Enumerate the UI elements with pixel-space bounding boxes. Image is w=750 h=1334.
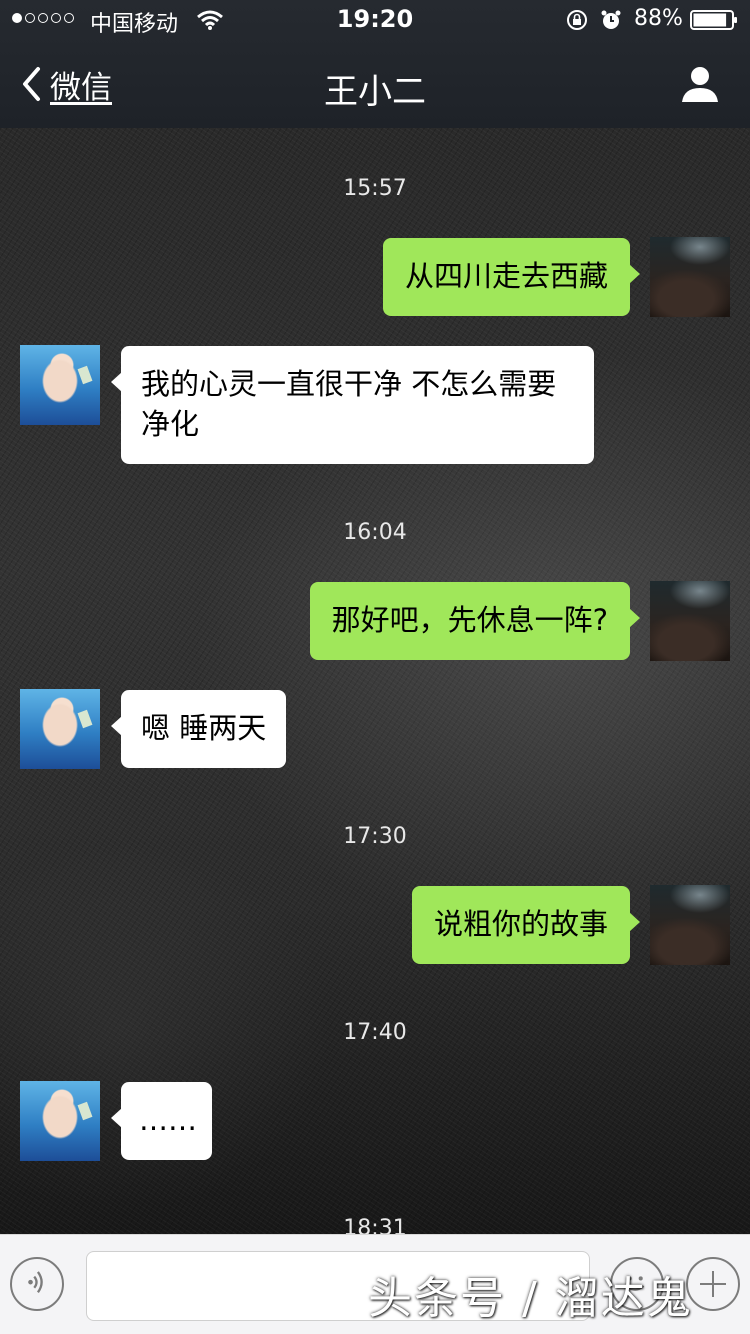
- outgoing-message-bubble[interactable]: 说粗你的故事: [411, 886, 641, 964]
- contact-avatar[interactable]: [20, 345, 100, 425]
- voice-input-button[interactable]: [10, 1257, 64, 1311]
- my-avatar[interactable]: [650, 885, 730, 965]
- message-text-input[interactable]: [86, 1251, 590, 1321]
- rotation-lock-icon: [567, 10, 587, 30]
- chat-title: 王小二: [324, 72, 426, 112]
- battery-icon: [690, 10, 737, 30]
- chat-background: [0, 128, 750, 1234]
- contact-avatar[interactable]: [20, 689, 100, 769]
- incoming-message-bubble[interactable]: ……: [111, 1082, 212, 1160]
- message-timestamp: 17:40: [343, 1020, 407, 1045]
- outgoing-message-bubble[interactable]: 从四川走去西藏: [382, 238, 641, 316]
- outgoing-message-bubble[interactable]: 那好吧，先休息一阵?: [309, 582, 641, 660]
- status-bar: 中国移动 19:20 88%: [0, 0, 750, 40]
- battery-percent: 88%: [634, 6, 683, 31]
- contact-avatar[interactable]: [20, 1081, 100, 1161]
- voice-wave-icon: [28, 1271, 43, 1294]
- more-options-button[interactable]: [686, 1257, 740, 1311]
- emoji-button[interactable]: [610, 1257, 664, 1311]
- my-avatar[interactable]: [650, 581, 730, 661]
- incoming-message-bubble[interactable]: 我的心灵一直很干净 不怎么需要净化: [111, 346, 594, 464]
- incoming-message-bubble[interactable]: 嗯 睡两天: [110, 690, 287, 768]
- message-timestamp: 16:04: [343, 520, 407, 545]
- alarm-clock-icon: [601, 10, 621, 29]
- smiley-icon: [626, 1276, 645, 1291]
- my-avatar[interactable]: [650, 237, 730, 317]
- message-input-bar: [0, 1234, 750, 1334]
- navigation-bar: 微信 王小二: [0, 40, 750, 128]
- message-timestamp: 15:57: [343, 176, 407, 201]
- chat-screen: 中国移动 19:20 88% 微信 王小二 15:57 从四川走去西藏 我的心灵…: [0, 0, 750, 1334]
- top-bar: 中国移动 19:20 88% 微信 王小二: [0, 0, 750, 128]
- contact-profile-icon[interactable]: [680, 64, 720, 104]
- message-timestamp: 17:30: [343, 824, 407, 849]
